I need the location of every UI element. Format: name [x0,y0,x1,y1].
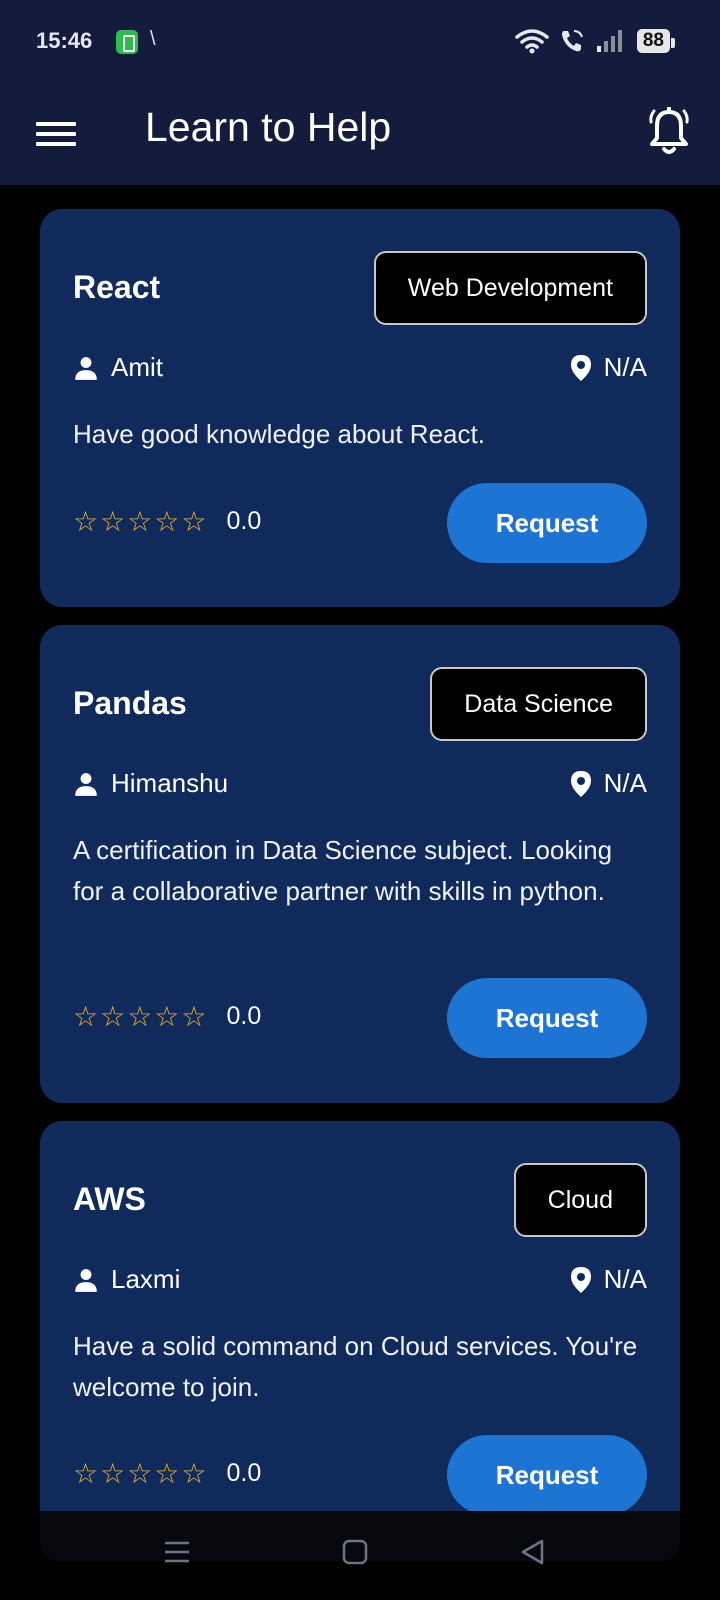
battery-indicator: 88 [636,29,676,53]
card-title: Pandas [73,685,187,721]
card-title: React [73,269,161,305]
location-value: N/A [603,768,647,798]
location-pin-icon [570,770,591,797]
rating-value: 0.0 [226,507,262,535]
person-icon [75,772,97,796]
rating-row: ☆☆☆☆☆ 0.0 [73,505,261,538]
page-title: Learn to Help [145,104,392,150]
location-value: N/A [603,1264,647,1294]
skill-card: AWS Cloud Laxmi N/A Have a solid command… [40,1121,680,1511]
location-value: N/A [603,352,647,382]
card-title: AWS [73,1181,146,1217]
recent-apps-icon[interactable] [160,1535,194,1569]
category-badge[interactable]: Data Science [430,667,647,741]
rating-value: 0.0 [226,1002,262,1030]
back-icon[interactable] [516,1535,550,1569]
location-row: N/A [570,768,647,799]
skill-feed[interactable]: React Web Development Amit N/A Have good… [0,185,720,1511]
signal-notification-icon: \ [150,28,156,50]
hamburger-menu-icon[interactable] [36,116,76,152]
rating-row: ☆☆☆☆☆ 0.0 [73,1457,261,1490]
card-description: Have a solid command on Cloud services. … [73,1331,638,1402]
author-row: Laxmi [73,1264,180,1295]
author-row: Himanshu [73,768,228,799]
home-icon[interactable] [338,1535,372,1569]
app-notification-icon [116,30,138,54]
wifi-icon [515,29,549,54]
author-name: Himanshu [111,768,229,798]
star-rating-icon: ☆☆☆☆☆ [73,1001,209,1032]
cell-signal-icon [596,30,622,52]
category-badge[interactable]: Cloud [513,1163,647,1237]
skill-card: Pandas Data Science Himanshu N/A A certi… [40,625,680,1103]
person-icon [75,1268,97,1292]
location-pin-icon [570,354,591,381]
card-description: A certification in Data Science subject.… [73,835,613,906]
person-icon [75,356,97,380]
location-row: N/A [570,352,647,383]
request-button[interactable]: Request [447,483,647,563]
status-bar: 15:46 \ 88 [0,0,720,84]
author-name: Laxmi [111,1264,181,1294]
rating-value: 0.0 [226,1459,262,1487]
category-badge[interactable]: Web Development [373,251,647,325]
request-button[interactable]: Request [447,978,647,1058]
star-rating-icon: ☆☆☆☆☆ [73,1458,209,1489]
notification-bell-icon[interactable] [646,106,692,158]
request-button[interactable]: Request [447,1435,647,1511]
location-pin-icon [570,1266,591,1293]
status-time: 15:46 [36,28,93,53]
wifi-call-icon [561,30,583,52]
skill-card: React Web Development Amit N/A Have good… [40,209,680,607]
author-name: Amit [111,352,163,382]
rating-row: ☆☆☆☆☆ 0.0 [73,1000,261,1033]
location-row: N/A [570,1264,647,1295]
system-navigation-bar [0,1511,720,1600]
app-bar: Learn to Help [0,84,720,185]
star-rating-icon: ☆☆☆☆☆ [73,506,209,537]
status-icons: 88 [515,25,676,57]
card-description: Have good knowledge about React. [73,419,485,449]
author-row: Amit [73,352,163,383]
